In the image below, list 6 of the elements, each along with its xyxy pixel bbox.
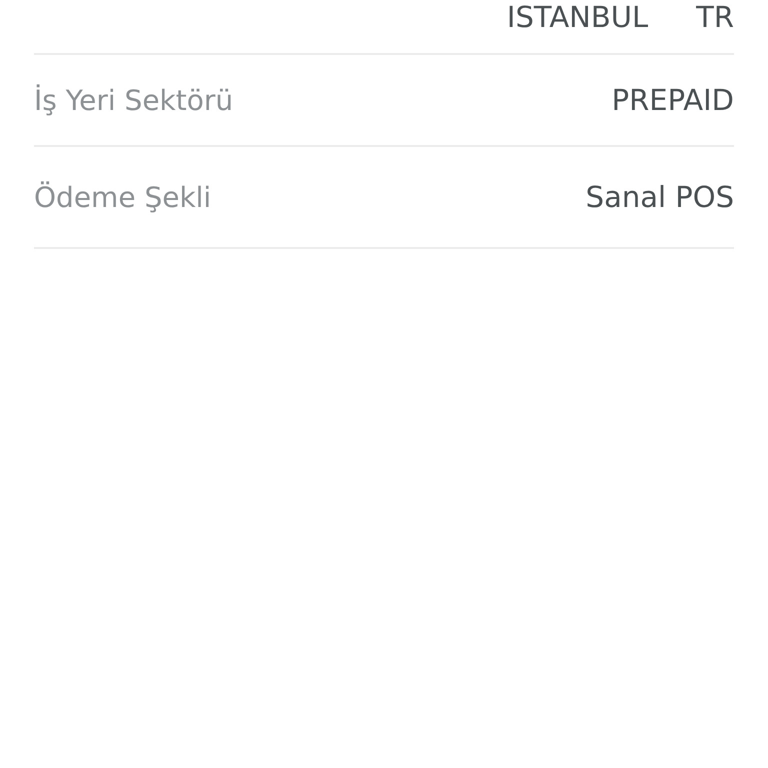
field-value: Sanal POS [586, 180, 734, 214]
field-value: PREPAID [612, 83, 734, 117]
field-label: Ödeme Şekli [34, 180, 212, 214]
field-label: İş Yeri Sektörü [34, 84, 234, 116]
field-value: ISTANBUL [506, 0, 648, 34]
field-value: TR [696, 0, 734, 34]
